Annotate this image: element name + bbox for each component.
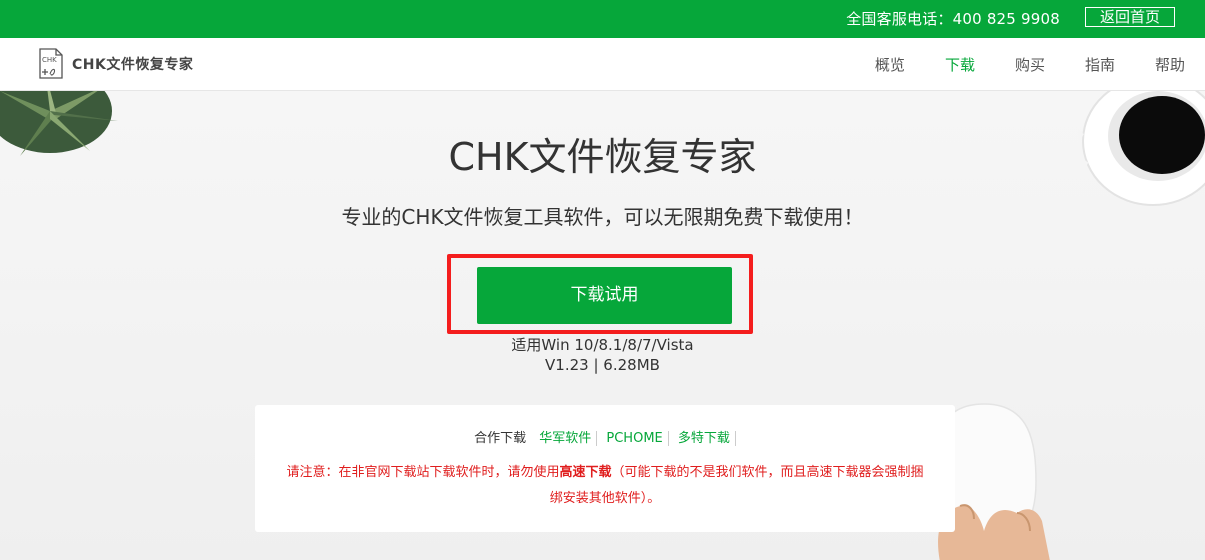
hotline-text: 全国客服电话：400 825 9908 (846, 10, 1060, 28)
top-bar: 全国客服电话：400 825 9908 返回首页 (0, 0, 1205, 38)
warning-prefix: 请注意：在非官网下载站下载软件时，请勿使用 (286, 465, 560, 480)
hero-section: CHK文件恢复专家 专业的CHK文件恢复工具软件，可以无限期免费下载使用！ 下载… (0, 91, 1205, 560)
nav-item-help[interactable]: 帮助 (1155, 54, 1185, 75)
partner-link-duote[interactable]: 多特下载 (672, 431, 736, 446)
logo-text: CHK文件恢复专家 (72, 57, 194, 73)
nav-item-overview[interactable]: 概览 (875, 54, 905, 75)
warning-emphasis: 高速下载 (559, 465, 612, 480)
partner-link-pchome[interactable]: PCHOME (601, 431, 669, 446)
logo[interactable]: CHK CHK文件恢复专家 (34, 46, 193, 82)
download-trial-button[interactable]: 下载试用 (477, 267, 732, 324)
partner-link-huajun[interactable]: 华军软件 (534, 431, 598, 446)
main-nav: 概览 下载 购买 指南 帮助 (875, 54, 1185, 75)
home-button[interactable]: 返回首页 (1085, 7, 1175, 27)
page-subtitle: 专业的CHK文件恢复工具软件，可以无限期免费下载使用！ (341, 205, 864, 229)
version-text: V1.23 | 6.28MB (545, 356, 660, 374)
download-warning: 请注意：在非官网下载站下载软件时，请勿使用高速下载（可能下载的不是我们软件，而且… (285, 460, 925, 512)
logo-icon-text: CHK (42, 56, 57, 64)
nav-item-guide[interactable]: 指南 (1085, 54, 1115, 75)
nav-item-download[interactable]: 下载 (945, 54, 975, 75)
partner-download-box: 合作下载 华军软件 PCHOME 多特下载 请注意：在非官网下载站下载软件时，请… (255, 405, 955, 532)
nav-bar: CHK CHK文件恢复专家 概览 下载 购买 指南 帮助 (0, 38, 1205, 91)
logo-icon: CHK (39, 48, 63, 79)
partner-label: 合作下载 (474, 431, 527, 446)
compatibility-text: 适用Win 10/8.1/8/7/Vista (511, 336, 694, 354)
page-title: CHK文件恢复专家 (448, 135, 757, 179)
nav-item-purchase[interactable]: 购买 (1015, 54, 1045, 75)
partner-links: 合作下载 华军软件 PCHOME 多特下载 (255, 427, 955, 446)
